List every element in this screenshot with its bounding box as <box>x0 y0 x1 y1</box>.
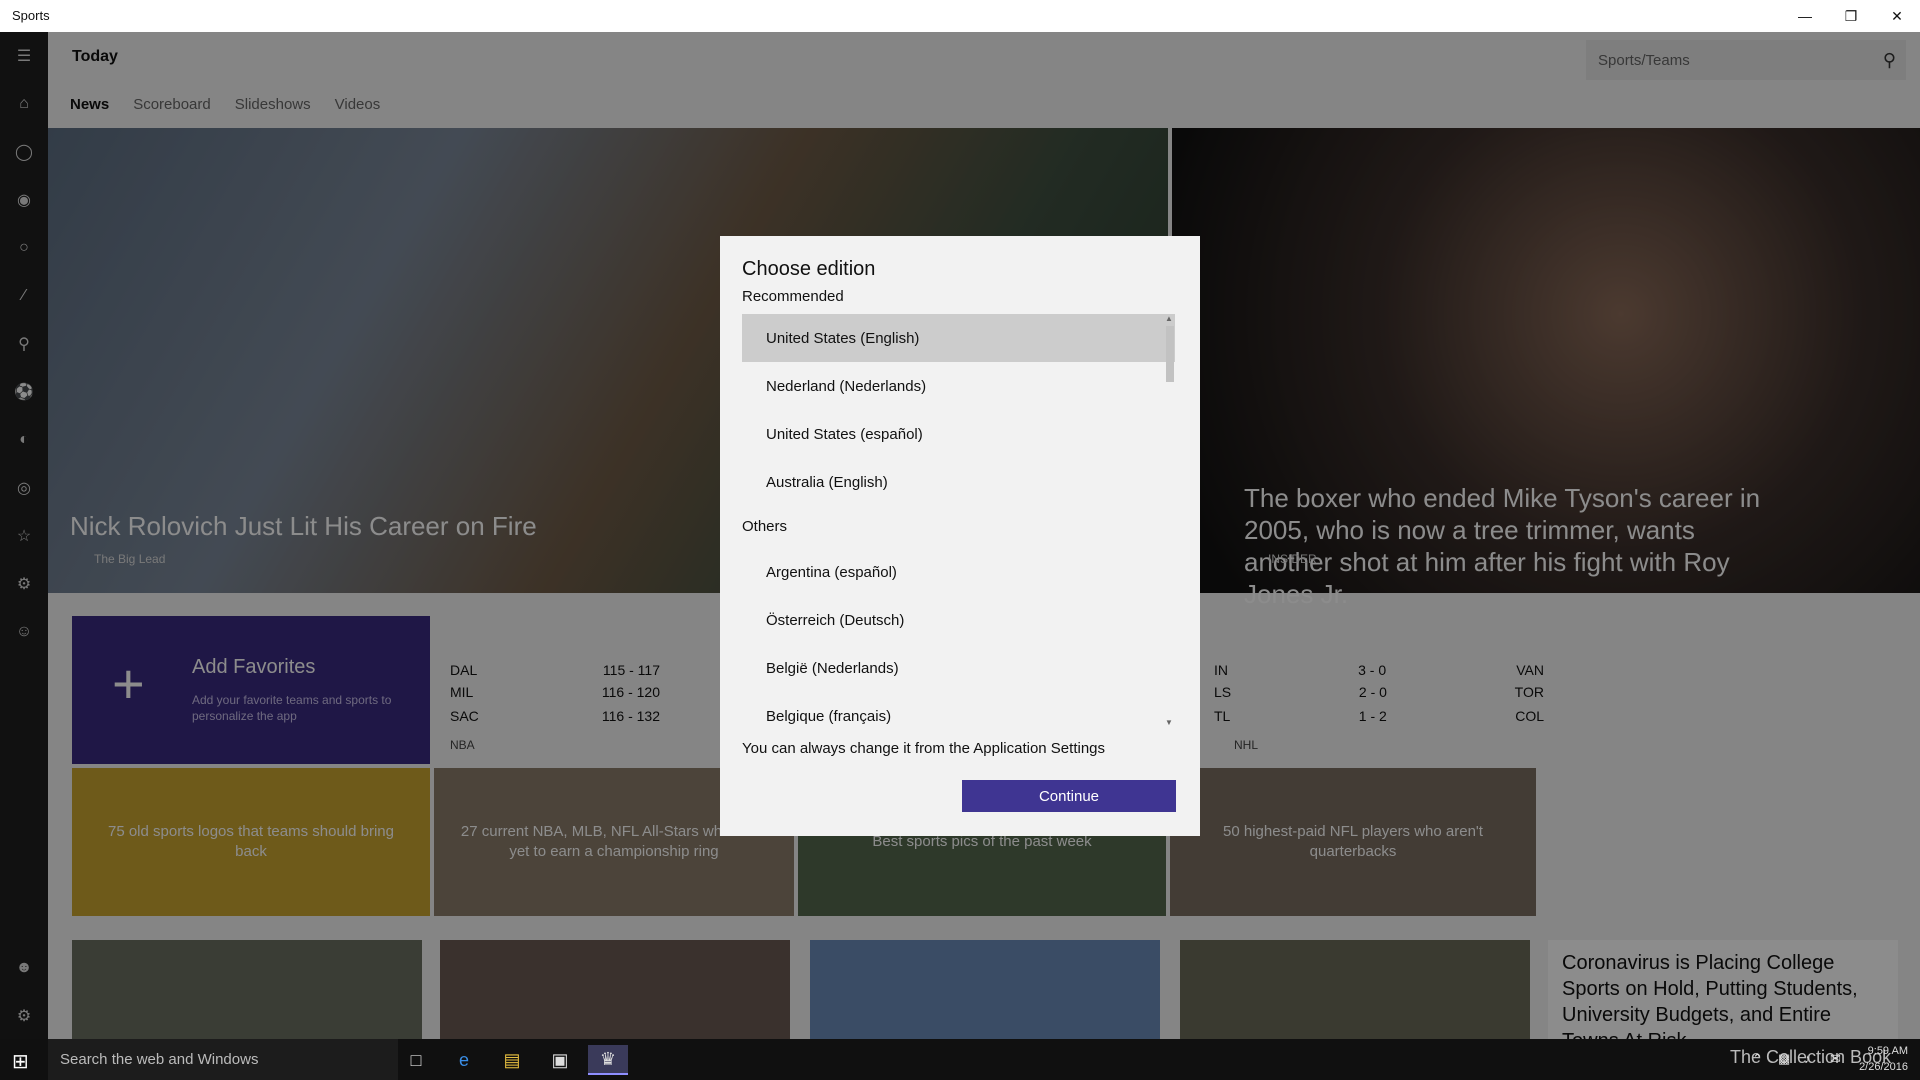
edition-list[interactable]: United States (English) Nederland (Neder… <box>742 314 1175 732</box>
scrollbar-thumb[interactable] <box>1166 326 1174 382</box>
choose-edition-dialog: Choose edition Recommended United States… <box>720 236 1200 836</box>
store-icon[interactable]: ▣ <box>540 1045 580 1075</box>
taskbar-search-input[interactable]: Search the web and Windows <box>48 1039 398 1080</box>
taskbar: ⊞ Search the web and Windows □ e ▤ ▣ ♛ T… <box>0 1039 1920 1080</box>
file-explorer-icon[interactable]: ▤ <box>492 1045 532 1075</box>
recommended-label: Recommended <box>742 288 844 305</box>
clock-time: 9:59 AM <box>1867 1045 1908 1057</box>
clock-date: 2/26/2016 <box>1859 1061 1908 1073</box>
edition-option[interactable]: Belgique (français) <box>742 692 1175 732</box>
edition-option[interactable]: Österreich (Deutsch) <box>742 596 1175 644</box>
network-icon[interactable]: ▩ <box>1778 1051 1790 1067</box>
edition-option[interactable]: United States (español) <box>742 410 1175 458</box>
volume-icon[interactable]: ♪ <box>1804 1051 1811 1066</box>
dialog-title: Choose edition <box>742 258 876 280</box>
task-view-icon[interactable]: □ <box>396 1045 436 1075</box>
edition-option[interactable]: Australia (English) <box>742 458 1175 506</box>
others-label: Others <box>742 518 788 535</box>
sports-app-trophy-icon[interactable]: ♛ <box>588 1045 628 1075</box>
restore-icon[interactable]: ❐ <box>1828 0 1874 32</box>
notifications-icon[interactable]: ✉ <box>1830 1051 1841 1067</box>
taskbar-search-placeholder: Search the web and Windows <box>60 1051 259 1068</box>
edition-option[interactable]: United States (English) <box>742 314 1175 362</box>
windows-start-icon[interactable]: ⊞ <box>12 1049 29 1074</box>
chevron-up-icon[interactable]: ⌃ <box>1752 1051 1763 1067</box>
clock[interactable]: 9:59 AM 2/26/2016 <box>1859 1043 1908 1075</box>
minimize-icon[interactable]: — <box>1782 0 1828 32</box>
close-icon[interactable]: ✕ <box>1874 0 1920 32</box>
settings-note: You can always change it from the Applic… <box>742 740 1106 757</box>
window-title: Sports <box>12 8 50 23</box>
edition-option[interactable]: Argentina (español) <box>742 548 1175 596</box>
scroll-down-icon[interactable]: ▼ <box>1165 718 1173 727</box>
scroll-up-icon[interactable]: ▲ <box>1165 314 1173 323</box>
edge-browser-icon[interactable]: e <box>444 1045 484 1075</box>
edition-option[interactable]: Nederland (Nederlands) <box>742 362 1175 410</box>
edition-list-scrollbar[interactable]: ▲ ▼ <box>1165 314 1175 732</box>
continue-button[interactable]: Continue <box>962 780 1176 812</box>
title-bar: Sports — ❐ ✕ <box>0 0 1920 32</box>
edition-option[interactable]: België (Nederlands) <box>742 644 1175 692</box>
